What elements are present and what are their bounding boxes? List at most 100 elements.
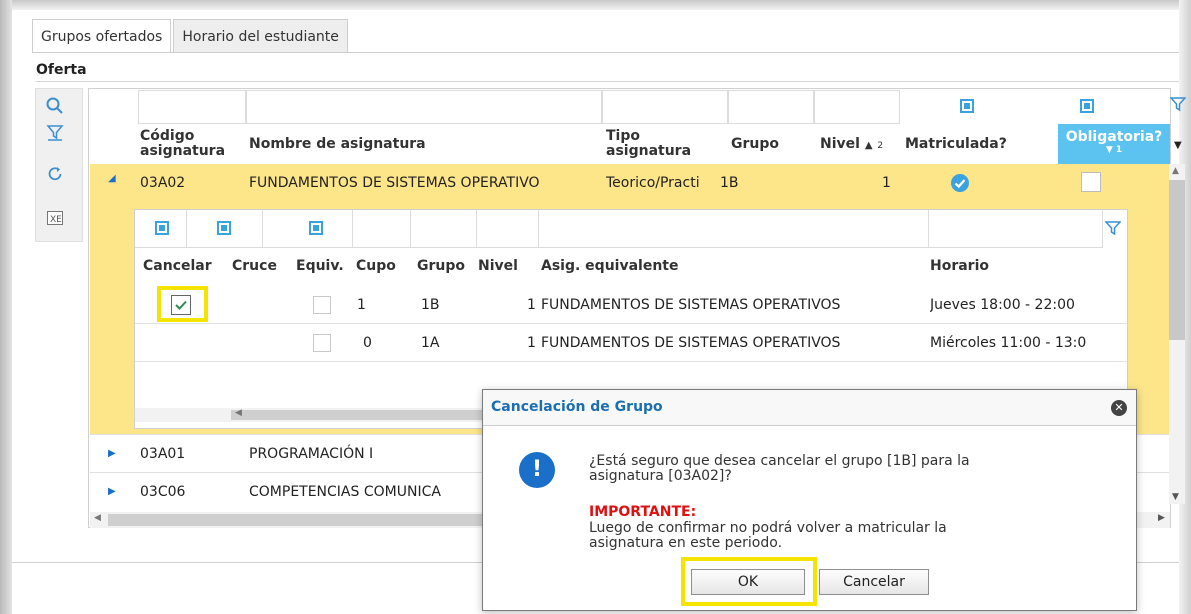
subfilter-horario[interactable]	[929, 210, 1103, 248]
cancelar-highlight	[157, 286, 208, 322]
subfilter-cruce-checkbox[interactable]	[217, 221, 231, 235]
subheader-cupo[interactable]: Cupo	[356, 258, 396, 274]
subfilter-asig[interactable]	[539, 210, 929, 248]
filter-matriculada-checkbox[interactable]	[960, 99, 974, 113]
table-row[interactable]: 1 1B 1 FUNDAMENTOS DE SISTEMAS OPERATIVO…	[135, 286, 1127, 324]
scroll-down-icon[interactable]: ▼	[1172, 492, 1179, 502]
row-nombre: FUNDAMENTOS DE SISTEMAS OPERATIVO	[249, 175, 540, 191]
filter-codigo[interactable]	[138, 90, 246, 124]
subgrid-scroll-left-icon[interactable]: ◀	[235, 408, 242, 418]
subfilter-nivel[interactable]	[477, 210, 539, 248]
row-grupo: 1B	[720, 175, 739, 191]
filter-grupo[interactable]	[728, 90, 814, 124]
row-nombre: COMPETENCIAS COMUNICA	[249, 484, 441, 500]
subheader-cancelar[interactable]: Cancelar	[143, 258, 212, 274]
subgrid-filter-icon[interactable]	[1104, 220, 1122, 240]
dialog-message-line2: asignatura [03A02]?	[589, 468, 732, 484]
dialog-titlebar[interactable]: Cancelación de Grupo ✕	[483, 390, 1136, 426]
section-divider	[36, 81, 1179, 82]
header-nombre[interactable]: Nombre de asignatura	[249, 137, 426, 152]
tab-horario-estudiante[interactable]: Horario del estudiante	[173, 19, 348, 53]
header-matriculada[interactable]: Matriculada?	[905, 137, 1007, 152]
subfilter-grupo[interactable]	[411, 210, 477, 248]
row-nombre: PROGRAMACIÓN I	[249, 446, 374, 462]
header-nivel-label: Nivel	[820, 136, 860, 152]
sub-asig: FUNDAMENTOS DE SISTEMAS OPERATIVOS	[541, 297, 841, 313]
sub-cupo: 1	[357, 297, 366, 313]
subheader-nivel[interactable]: Nivel	[478, 258, 518, 274]
sub-nivel: 1	[527, 297, 536, 313]
dialog-important-label: IMPORTANTE:	[589, 504, 697, 520]
window-frame-top	[0, 0, 1191, 10]
sub-grupo: 1B	[421, 297, 440, 313]
subheader-cruce[interactable]: Cruce	[232, 258, 277, 274]
sub-horario: Jueves 18:00 - 22:00	[930, 297, 1075, 313]
subfilter-equiv-checkbox[interactable]	[309, 221, 323, 235]
collapse-triangle-icon[interactable]: ◢	[108, 173, 116, 184]
row-nivel: 1	[882, 175, 891, 191]
header-tipo-line1: Tipo	[606, 128, 640, 144]
subfilter-cruce[interactable]	[187, 210, 263, 248]
sub-horario: Miércoles 11:00 - 13:0	[930, 335, 1087, 351]
cancel-button[interactable]: Cancelar	[819, 569, 929, 595]
scroll-up-icon[interactable]: ▲	[1172, 166, 1179, 176]
ok-highlight	[681, 557, 817, 606]
row-codigo: 03C06	[140, 484, 186, 500]
filter-icon[interactable]	[44, 121, 66, 143]
header-grupo[interactable]: Grupo	[731, 137, 779, 152]
obligatoria-checkbox[interactable]	[1081, 172, 1101, 192]
header-tipo[interactable]: Tipo asignatura	[606, 129, 691, 159]
header-obligatoria[interactable]: Obligatoria? ▼ 1	[1058, 124, 1170, 164]
subgrid-scrollbar-thumb[interactable]	[231, 410, 491, 420]
equiv-checkbox[interactable]	[313, 334, 331, 352]
filter-nivel[interactable]	[814, 90, 900, 124]
subheader-horario[interactable]: Horario	[930, 258, 989, 274]
dialog-warning-line2: asignatura en este periodo.	[589, 535, 783, 551]
expand-triangle-icon[interactable]: ▶	[108, 448, 116, 459]
header-codigo[interactable]: Código asignatura	[140, 129, 225, 159]
sub-cupo: 0	[363, 335, 372, 351]
subfilter-cancelar-checkbox[interactable]	[155, 221, 169, 235]
table-row[interactable]: 0 1A 1 FUNDAMENTOS DE SISTEMAS OPERATIVO…	[135, 324, 1127, 362]
equiv-checkbox[interactable]	[313, 296, 331, 314]
dialog-message: ¿Está seguro que desea cancelar el grupo…	[589, 454, 970, 484]
header-tipo-line2: asignatura	[606, 143, 692, 159]
column-filter-icon[interactable]	[1169, 96, 1187, 116]
scroll-left-icon[interactable]: ◀	[94, 513, 101, 523]
subfilter-equiv[interactable]	[263, 210, 353, 248]
header-nivel[interactable]: Nivel ▲ 2	[820, 137, 883, 154]
row-tipo: Teorico/Practi	[606, 175, 700, 191]
tab-divider	[32, 52, 1179, 53]
refresh-icon[interactable]	[44, 163, 66, 185]
vertical-scrollbar-thumb[interactable]	[1169, 180, 1185, 340]
sub-asig: FUNDAMENTOS DE SISTEMAS OPERATIVOS	[541, 335, 841, 351]
dialog-warning-line1: Luego de confirmar no podrá volver a mat…	[589, 520, 947, 536]
header-obligatoria-sort-index: 1	[1115, 145, 1123, 155]
subheader-grupo[interactable]: Grupo	[417, 258, 465, 274]
info-icon: !	[519, 452, 555, 488]
subheader-asig[interactable]: Asig. equivalente	[541, 258, 678, 274]
tab-grupos-ofertados[interactable]: Grupos ofertados	[32, 19, 172, 53]
close-icon[interactable]: ✕	[1111, 400, 1127, 416]
header-nivel-sort-index: 2	[877, 141, 884, 151]
filter-obligatoria-checkbox[interactable]	[1080, 99, 1094, 113]
row-codigo: 03A02	[140, 175, 186, 191]
tab-bar: Grupos ofertados Horario del estudiante	[32, 19, 350, 53]
filter-tipo[interactable]	[602, 90, 728, 124]
sub-nivel: 1	[527, 335, 536, 351]
svg-text:XE: XE	[50, 215, 62, 225]
subfilter-cancelar[interactable]	[135, 210, 187, 248]
expand-triangle-icon[interactable]: ▶	[108, 486, 116, 497]
filter-nombre[interactable]	[246, 90, 602, 124]
horizontal-scrollbar-thumb[interactable]	[108, 514, 508, 526]
subfilter-cupo[interactable]	[353, 210, 411, 248]
window-frame-left	[0, 0, 12, 614]
dialog-message-line1: ¿Está seguro que desea cancelar el grupo…	[589, 453, 970, 469]
scroll-right-icon[interactable]: ▶	[1158, 513, 1165, 523]
search-icon[interactable]	[44, 95, 66, 117]
excel-export-icon[interactable]: XE	[44, 207, 66, 229]
dialog-title: Cancelación de Grupo	[491, 399, 663, 415]
subheader-equiv[interactable]: Equiv.	[296, 258, 344, 274]
column-menu-down-icon[interactable]: ▼	[1174, 140, 1182, 151]
header-obligatoria-label: Obligatoria?	[1065, 129, 1163, 145]
